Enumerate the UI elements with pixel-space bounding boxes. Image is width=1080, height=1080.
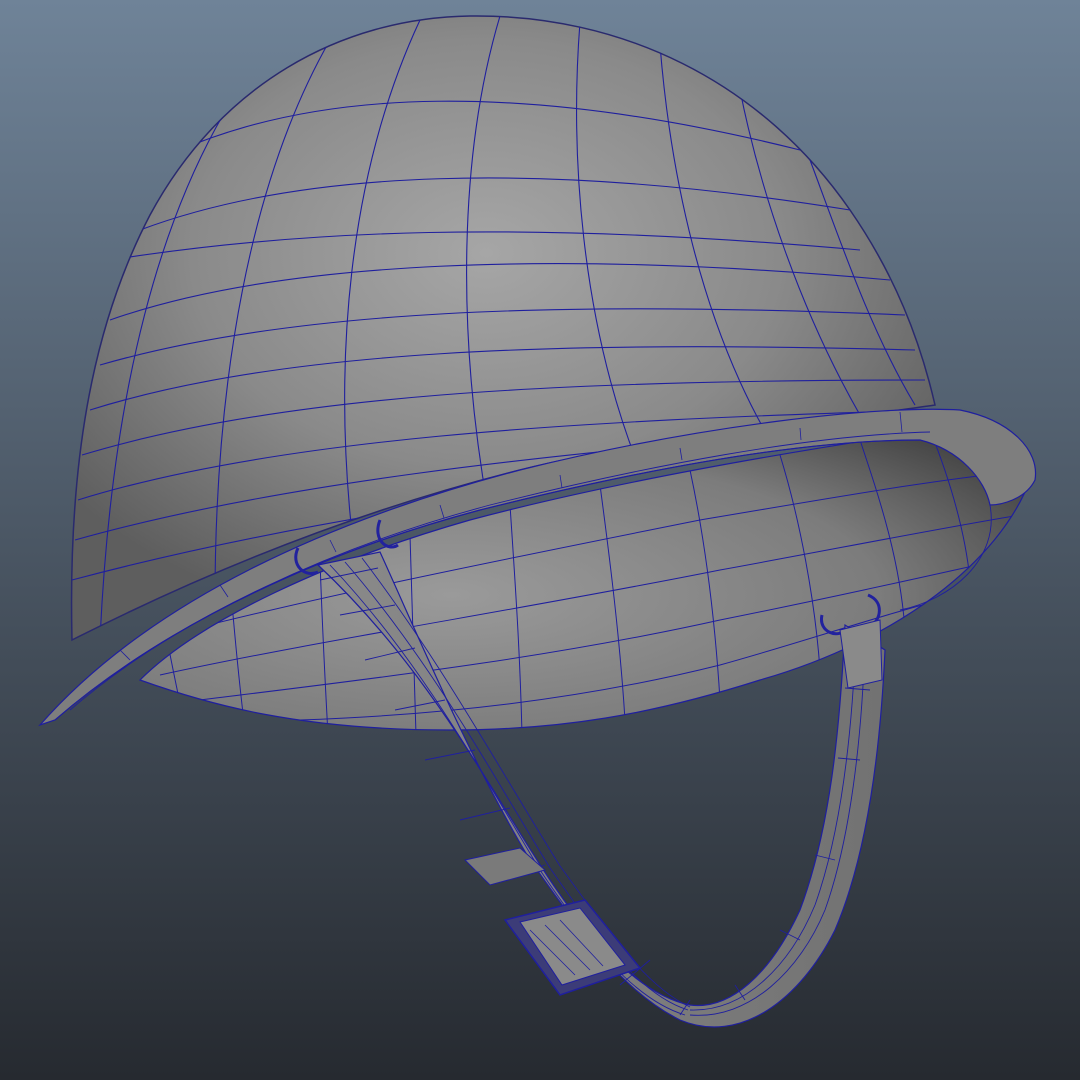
- viewport-canvas[interactable]: [0, 0, 1080, 1080]
- 3d-viewport[interactable]: [0, 0, 1080, 1080]
